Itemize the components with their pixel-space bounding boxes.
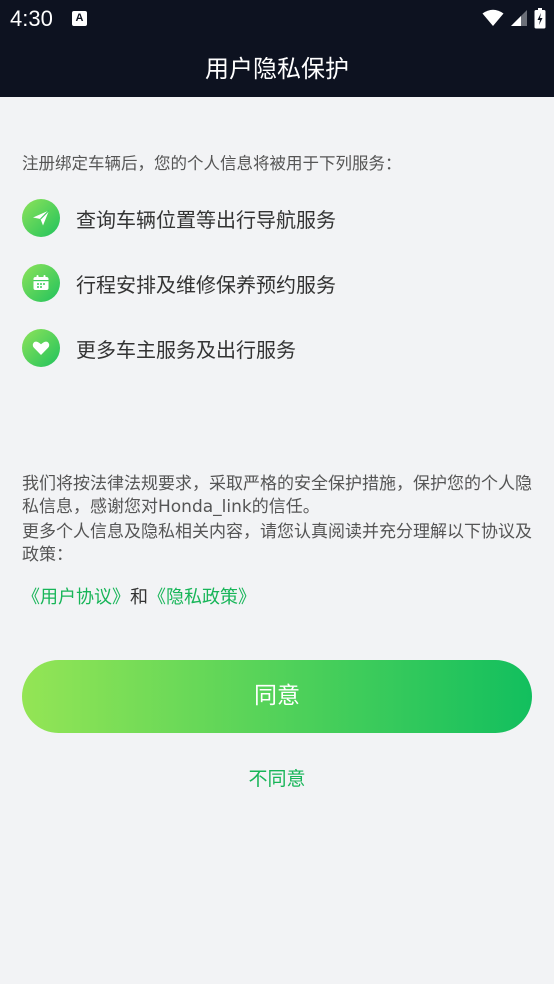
service-label: 更多车主服务及出行服务 bbox=[76, 337, 296, 362]
privacy-statement: 我们将按法律法规要求，采取严格的安全保护措施，保护您的个人隐私信息，感谢您对Ho… bbox=[22, 474, 532, 517]
calendar-icon bbox=[22, 264, 60, 302]
policy-links: 《用户协议》和《隐私政策》 bbox=[22, 583, 256, 609]
heart-icon bbox=[22, 329, 60, 367]
signal-icon bbox=[511, 10, 527, 26]
top-bar: 4:30 A 用户隐私保护 bbox=[0, 0, 554, 97]
notification-badge-icon: A bbox=[72, 11, 87, 26]
service-item-owner-services: 更多车主服务及出行服务 bbox=[22, 328, 296, 368]
paper-plane-icon bbox=[22, 199, 60, 237]
wifi-icon bbox=[482, 9, 504, 26]
status-time: 4:30 bbox=[10, 6, 53, 31]
agree-button[interactable]: 同意 bbox=[22, 660, 532, 733]
disagree-button[interactable]: 不同意 bbox=[0, 764, 554, 791]
service-label: 行程安排及维修保养预约服务 bbox=[76, 272, 336, 297]
links-conjunction: 和 bbox=[130, 587, 148, 608]
privacy-policy-link[interactable]: 《隐私政策》 bbox=[148, 587, 256, 608]
policy-reading-note: 更多个人信息及隐私相关内容，请您认真阅读并充分理解以下协议及政策： bbox=[22, 522, 532, 565]
status-icons bbox=[482, 7, 546, 29]
service-label: 查询车辆位置等出行导航服务 bbox=[76, 207, 336, 232]
intro-text: 注册绑定车辆后，您的个人信息将被用于下列服务： bbox=[22, 154, 402, 173]
service-item-schedule: 行程安排及维修保养预约服务 bbox=[22, 263, 336, 303]
service-item-navigation: 查询车辆位置等出行导航服务 bbox=[22, 198, 336, 238]
page-title: 用户隐私保护 bbox=[205, 55, 349, 83]
battery-icon bbox=[534, 7, 546, 28]
user-agreement-link[interactable]: 《用户协议》 bbox=[22, 587, 130, 608]
